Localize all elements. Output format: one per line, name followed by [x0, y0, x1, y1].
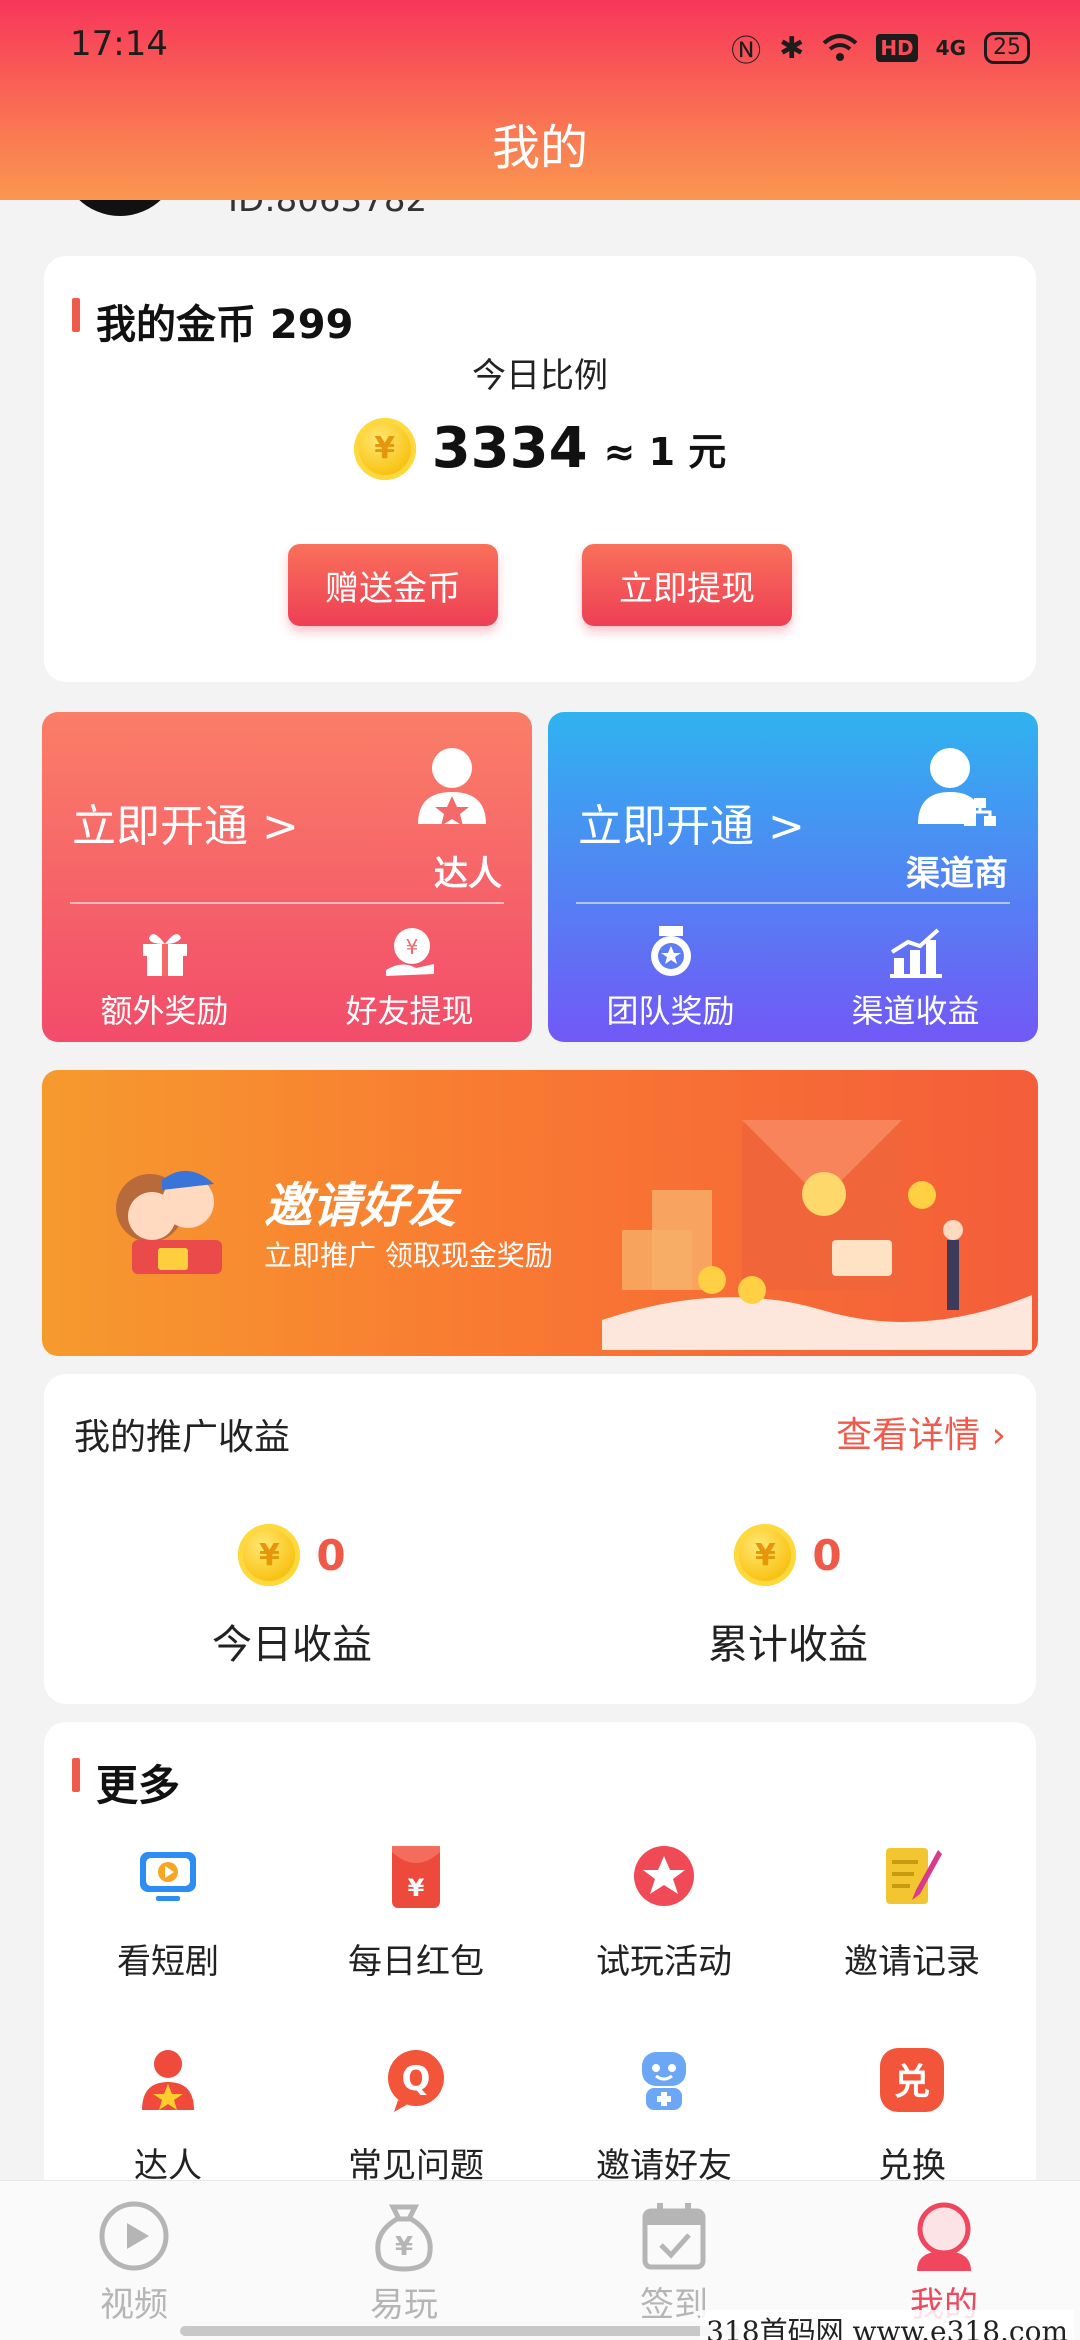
star-badge-icon: [634, 1846, 694, 1906]
couple-illustration-icon: [116, 1170, 222, 1274]
expert-upgrade-card[interactable]: 立即开通 > 达人 额外奖励 ¥ 好友提现: [42, 712, 532, 1042]
friend-withdraw-item[interactable]: ¥ 好友提现: [287, 924, 532, 1032]
channel-income-label: 渠道收益: [851, 992, 980, 1030]
calendar-check-icon: [642, 2203, 706, 2270]
home-indicator[interactable]: [180, 2326, 740, 2336]
tab-video[interactable]: 视频: [44, 2199, 224, 2326]
watermark: 318首码网 www.e318.com: [700, 2310, 1074, 2340]
total-earnings-label: 累计收益: [708, 1622, 868, 1668]
invite-friends-item[interactable]: 邀请好友: [540, 2044, 788, 2187]
channel-role-label: 渠道商: [906, 854, 1008, 894]
channel-income-item[interactable]: 渠道收益: [793, 924, 1038, 1032]
wifi-icon: [822, 34, 858, 61]
money-bag-icon: ¥: [375, 2204, 433, 2272]
invite-record-item[interactable]: 邀请记录: [788, 1840, 1036, 1983]
team-reward-item[interactable]: 团队奖励: [548, 924, 793, 1032]
banner-title: 邀请好友: [264, 1178, 457, 1234]
divider: [576, 902, 1010, 904]
play-circle-icon: [99, 2201, 169, 2271]
ratio-row: ¥ 3334 ≈ 1 元: [44, 416, 1036, 481]
invite-friends-banner[interactable]: 邀请好友 立即推广 领取现金奖励: [42, 1070, 1038, 1356]
exchange-item[interactable]: 兑 兑换: [788, 2044, 1036, 2187]
faq-q-icon: Q: [388, 2050, 444, 2112]
notepad-pen-icon: [886, 1848, 942, 1904]
daily-red-envelope-item[interactable]: ¥ 每日红包: [292, 1840, 540, 1983]
divider: [70, 902, 504, 904]
header: 17:14 Ⓝ ✱ HD 4G 25 我的: [0, 0, 1080, 200]
battery-icon: 25: [984, 32, 1030, 64]
money-hand-icon: ¥: [385, 928, 434, 976]
svg-text:兑: 兑: [894, 2062, 930, 2103]
status-time: 17:14: [70, 24, 168, 64]
today-earnings-label: 今日收益: [212, 1622, 372, 1668]
banner-subtitle: 立即推广 领取现金奖励: [264, 1239, 553, 1272]
ratio-value: 3334: [431, 416, 588, 481]
coin-card: 我的金币 299 今日比例 ¥ 3334 ≈ 1 元 赠送金币 立即提现: [44, 256, 1036, 682]
section-marker: [72, 298, 80, 332]
robot-invite-icon: [642, 2052, 686, 2110]
status-bar: 17:14 Ⓝ ✱ HD 4G 25: [70, 24, 1030, 74]
today-earnings-value: 0: [316, 1530, 346, 1580]
coin-icon: ¥: [353, 417, 416, 480]
nfc-icon: Ⓝ: [731, 34, 762, 69]
team-reward-label: 团队奖励: [606, 992, 735, 1030]
daily-red-envelope-label: 每日红包: [348, 1942, 484, 1982]
hd-icon: HD: [876, 34, 918, 62]
today-earnings: ¥ 0 今日收益: [44, 1524, 540, 1670]
extra-reward-item[interactable]: 额外奖励: [42, 924, 287, 1032]
promotion-earnings-card: 我的推广收益 查看详情 › ¥ 0 今日收益 ¥ 0 累计收益: [44, 1374, 1036, 1704]
expert-person-icon: [142, 2050, 194, 2110]
red-envelope-icon: ¥: [392, 1846, 440, 1908]
expert-badge-icon: [418, 748, 486, 826]
withdraw-button[interactable]: 立即提现: [582, 544, 792, 626]
total-earnings-value: 0: [812, 1530, 842, 1580]
trial-activity-item[interactable]: 试玩活动: [540, 1840, 788, 1983]
tv-play-icon: [140, 1852, 196, 1901]
earnings-title: 我的推广收益: [74, 1417, 291, 1458]
medal-icon: [650, 926, 691, 976]
extra-reward-label: 额外奖励: [100, 992, 229, 1030]
tab-yiwan[interactable]: ¥ 易玩: [314, 2199, 494, 2326]
expert-role-label: 达人: [434, 854, 502, 894]
view-details-link[interactable]: 查看详情 ›: [836, 1406, 1006, 1458]
tab-checkin[interactable]: 签到: [584, 2199, 764, 2326]
profile-icon: [917, 2202, 971, 2271]
total-earnings: ¥ 0 累计收益: [540, 1524, 1036, 1670]
more-title: 更多: [96, 1761, 181, 1810]
open-now-link[interactable]: 立即开通 >: [578, 790, 805, 854]
coin-title: 我的金币 299: [96, 302, 354, 348]
bluetooth-icon: ✱: [779, 30, 805, 66]
svg-text:¥: ¥: [405, 935, 418, 959]
svg-text:Q: Q: [402, 2059, 431, 2099]
ratio-label: 今日比例: [472, 356, 608, 396]
section-marker: [72, 1758, 80, 1792]
coin-icon: ¥: [238, 1524, 301, 1586]
tab-yiwan-label: 易玩: [370, 2285, 438, 2325]
gift-icon: [142, 934, 187, 976]
status-icons: Ⓝ ✱ HD 4G 25: [731, 26, 1030, 70]
exchange-dui-icon: 兑: [880, 2048, 944, 2112]
tab-mine[interactable]: 我的: [854, 2199, 1034, 2326]
signal-icon: 4G: [935, 36, 966, 60]
open-now-link[interactable]: 立即开通 >: [72, 790, 299, 854]
channel-badge-icon: [918, 748, 996, 826]
coin-icon: ¥: [734, 1524, 797, 1586]
page-title: 我的: [491, 120, 588, 176]
svg-text:¥: ¥: [395, 2232, 413, 2262]
svg-text:¥: ¥: [408, 1874, 425, 1902]
tab-video-label: 视频: [100, 2285, 168, 2325]
channel-upgrade-card[interactable]: 立即开通 > 渠道商 团队奖励 渠道收益: [548, 712, 1038, 1042]
promotion-scene-icon: [602, 1120, 1032, 1350]
ratio-approx: ≈ 1 元: [603, 430, 727, 474]
expert-item[interactable]: 达人: [44, 2044, 292, 2187]
short-drama-label: 看短剧: [117, 1942, 219, 1982]
faq-item[interactable]: Q 常见问题: [292, 2044, 540, 2187]
gift-coins-button[interactable]: 赠送金币: [288, 544, 498, 626]
short-drama-item[interactable]: 看短剧: [44, 1840, 292, 1983]
growth-chart-icon: [889, 928, 942, 978]
trial-activity-label: 试玩活动: [596, 1942, 732, 1982]
invite-record-label: 邀请记录: [844, 1942, 980, 1982]
friend-withdraw-label: 好友提现: [345, 992, 474, 1030]
